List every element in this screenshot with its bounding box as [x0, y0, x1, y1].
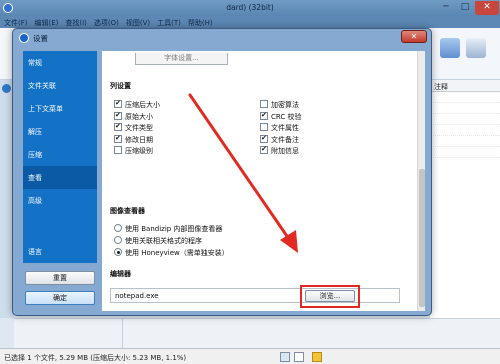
annotation-arrow	[188, 93, 298, 253]
